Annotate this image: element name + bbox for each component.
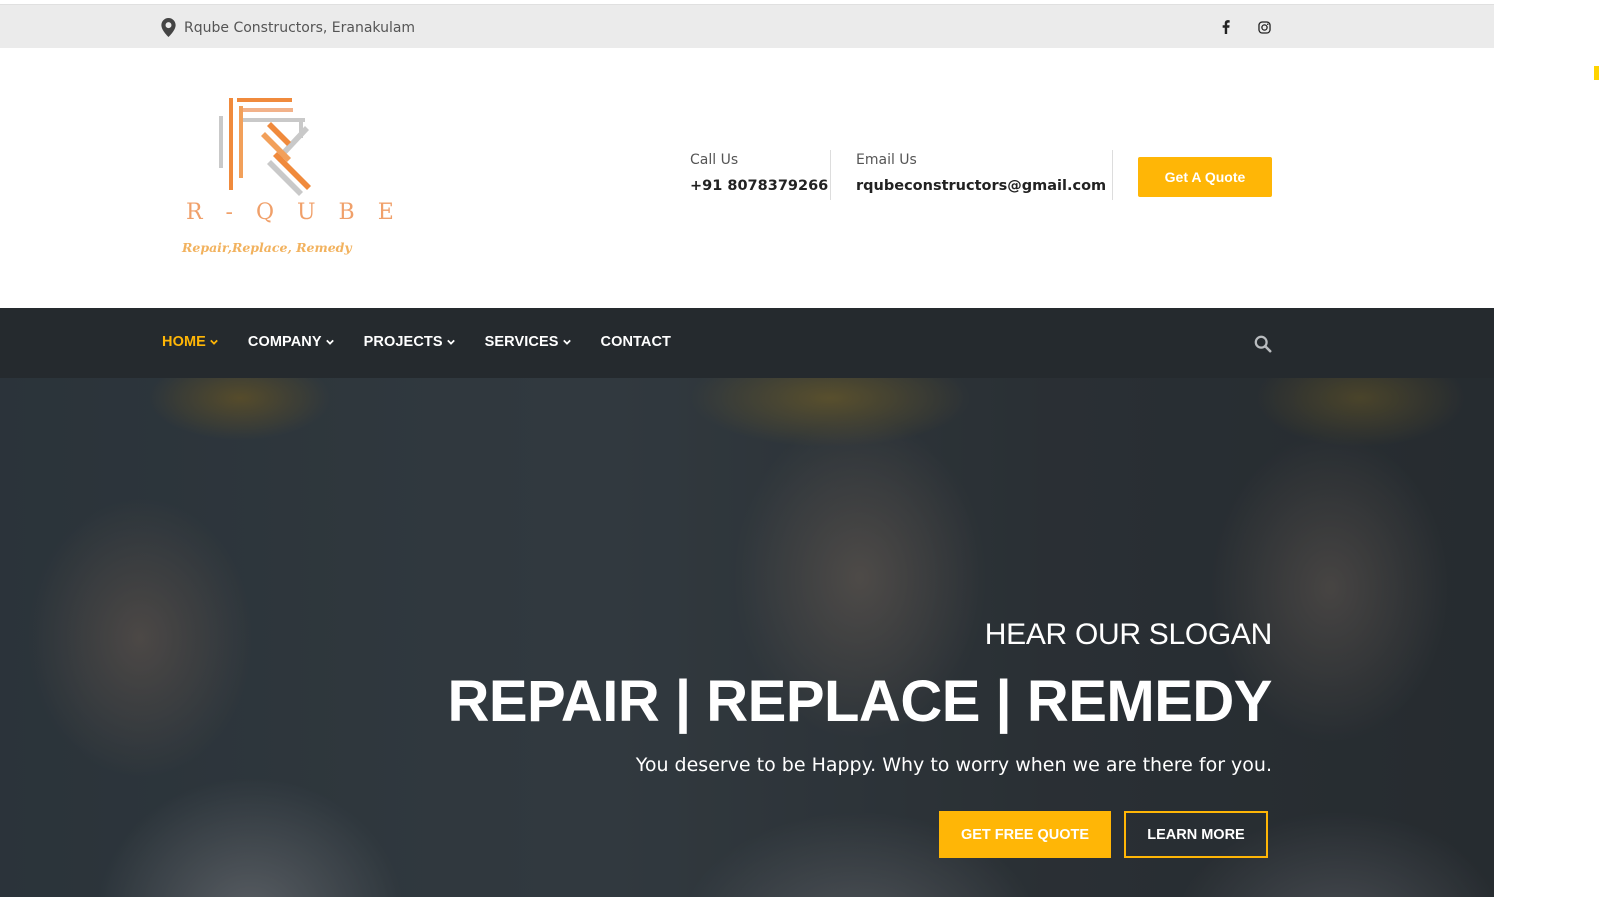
map-pin-icon: [161, 18, 176, 37]
chevron-down-icon: [210, 339, 218, 345]
social-links: [1219, 19, 1271, 35]
scroll-marker: [1594, 66, 1599, 80]
get-a-quote-button[interactable]: Get A Quote: [1138, 157, 1272, 197]
get-free-quote-button[interactable]: GET FREE QUOTE: [939, 811, 1111, 858]
instagram-icon[interactable]: [1257, 19, 1271, 35]
call-us-label: Call Us: [690, 152, 739, 168]
nav-item-label: COMPANY: [247, 334, 322, 350]
chevron-down-icon: [562, 339, 571, 345]
nav-item-contact[interactable]: CONTACT: [601, 334, 672, 350]
nav-item-label: HOME: [162, 334, 206, 350]
rqube-logo[interactable]: R - Q U B E Repair,Replace, Remedy: [182, 96, 402, 266]
logo-wordmark: R - Q U B E: [186, 200, 402, 225]
nav-menu: HOME COMPANY PROJECTS SERVICES CONTACT: [162, 334, 701, 350]
search-icon[interactable]: [1254, 335, 1272, 353]
location-info: Rqube Constructors, Eranakulam: [161, 18, 415, 37]
email-us-label: Email Us: [856, 152, 917, 168]
main-nav: HOME COMPANY PROJECTS SERVICES CONTACT: [0, 308, 1494, 378]
site-page: Rqube Constructors, Eranakulam R - Q U B…: [0, 0, 1494, 897]
divider: [1112, 150, 1113, 200]
nav-item-projects[interactable]: PROJECTS: [364, 334, 455, 350]
nav-item-services[interactable]: SERVICES: [485, 334, 571, 350]
hero-kicker: HEAR OUR SLOGAN: [984, 618, 1273, 651]
divider: [830, 150, 831, 200]
nav-item-label: CONTACT: [600, 334, 672, 350]
chevron-down-icon: [446, 339, 455, 345]
nav-item-home[interactable]: HOME: [162, 334, 218, 350]
nav-item-label: SERVICES: [484, 334, 559, 350]
call-us-block: Call Us +91 8078379266: [690, 152, 828, 194]
hero-banner: HEAR OUR SLOGAN REPAIR | REPLACE | REMED…: [0, 378, 1494, 897]
chevron-down-icon: [325, 339, 334, 345]
learn-more-button[interactable]: LEARN MORE: [1124, 811, 1268, 858]
logo-mark: [219, 98, 311, 196]
nav-item-company[interactable]: COMPANY: [248, 334, 334, 350]
location-text: Rqube Constructors, Eranakulam: [184, 19, 416, 36]
phone-number[interactable]: +91 8078379266: [690, 178, 828, 194]
hero-subtext: You deserve to be Happy. Why to worry wh…: [635, 754, 1272, 776]
facebook-icon[interactable]: [1219, 19, 1233, 35]
site-header: R - Q U B E Repair,Replace, Remedy Call …: [0, 48, 1494, 308]
email-address[interactable]: rqubeconstructors@gmail.com: [856, 178, 1106, 194]
email-us-block: Email Us rqubeconstructors@gmail.com: [856, 152, 1106, 194]
logo-tagline: Repair,Replace, Remedy: [182, 240, 352, 255]
nav-item-label: PROJECTS: [363, 334, 443, 350]
hero-headline: REPAIR | REPLACE | REMEDY: [447, 669, 1272, 734]
top-bar: Rqube Constructors, Eranakulam: [0, 4, 1494, 48]
